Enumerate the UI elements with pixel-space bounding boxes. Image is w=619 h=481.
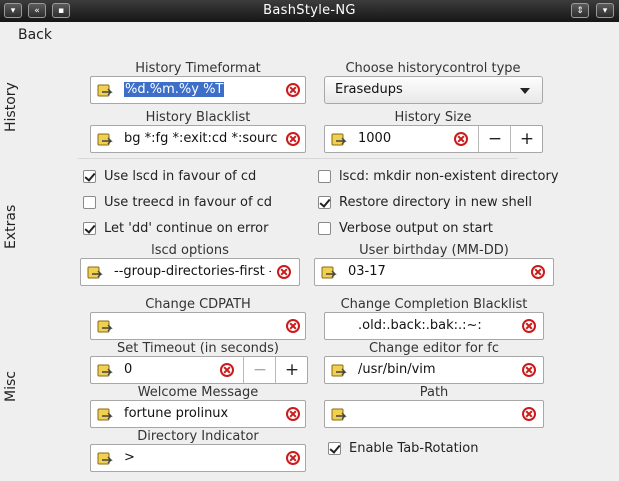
clear-text-icon[interactable] bbox=[220, 363, 234, 377]
checkbox-box[interactable] bbox=[318, 196, 331, 209]
close-icon[interactable]: ▾ bbox=[596, 3, 614, 18]
edit-paste-icon bbox=[97, 133, 113, 146]
app-window: ▾ « ▪ BashStyle-NG ⇕ ▾ Back History Extr… bbox=[0, 0, 619, 481]
clear-text-icon[interactable] bbox=[286, 83, 300, 97]
history-timeformat-field[interactable]: %d.%m.%y %T bbox=[90, 76, 306, 104]
edit-paste-icon bbox=[97, 452, 113, 465]
editor-fc-value: /usr/bin/vim bbox=[358, 362, 436, 377]
side-tab-history[interactable]: History bbox=[3, 82, 19, 132]
side-tab-misc[interactable]: Misc bbox=[3, 371, 19, 402]
birthday-value: 03-17 bbox=[348, 264, 386, 279]
history-timeformat-value: %d.%m.%y %T bbox=[124, 82, 225, 97]
window-title: BashStyle-NG bbox=[263, 3, 356, 18]
lscd-options-value: --group-directories-first - bbox=[114, 264, 271, 279]
checkbox-box[interactable] bbox=[83, 170, 96, 183]
checkbox-label: Verbose output on start bbox=[339, 221, 493, 236]
completion-blacklist-label: Change Completion Blacklist bbox=[340, 297, 528, 312]
checkbox-box[interactable] bbox=[318, 222, 331, 235]
path-label: Path bbox=[419, 385, 449, 400]
increment-button[interactable]: + bbox=[275, 357, 308, 383]
edit-paste-icon bbox=[321, 266, 337, 279]
edit-paste-icon bbox=[97, 364, 113, 377]
edit-paste-icon bbox=[331, 364, 347, 377]
historycontrol-label: Choose historycontrol type bbox=[345, 61, 521, 76]
checkbox-label: Use lscd in favour of cd bbox=[104, 169, 257, 184]
editor-fc-label: Change editor for fc bbox=[368, 341, 500, 356]
clear-text-icon[interactable] bbox=[531, 265, 545, 279]
checkbox-label: Let 'dd' continue on error bbox=[104, 221, 269, 236]
birthday-field[interactable]: 03-17 bbox=[314, 258, 554, 286]
history-blacklist-label: History Blacklist bbox=[145, 110, 251, 125]
checkbox-box[interactable] bbox=[318, 170, 331, 183]
clear-text-icon[interactable] bbox=[522, 319, 536, 333]
history-size-label: History Size bbox=[394, 110, 472, 125]
path-field[interactable] bbox=[324, 400, 544, 428]
decrement-button[interactable]: − bbox=[243, 357, 276, 383]
directory-indicator-value: > bbox=[124, 450, 135, 465]
history-blacklist-field[interactable]: bg *:fg *:exit:cd *:source bbox=[90, 125, 306, 153]
separator bbox=[78, 158, 518, 159]
cdpath-field[interactable] bbox=[90, 312, 306, 340]
welcome-message-field[interactable]: fortune prolinux bbox=[90, 400, 306, 428]
historycontrol-value: Erasedups bbox=[335, 82, 403, 97]
checkbox-label: Restore directory in new shell bbox=[339, 195, 532, 210]
lscd-options-field[interactable]: --group-directories-first - bbox=[80, 258, 300, 286]
history-size-spinner[interactable]: 1000 − + bbox=[324, 125, 543, 153]
clear-text-icon[interactable] bbox=[286, 319, 300, 333]
edit-paste-icon bbox=[331, 408, 347, 421]
decrement-button[interactable]: − bbox=[478, 126, 511, 152]
directory-indicator-label: Directory Indicator bbox=[137, 429, 259, 444]
history-size-value: 1000 bbox=[358, 131, 392, 146]
historycontrol-select[interactable]: Erasedups bbox=[324, 76, 543, 104]
clear-text-icon[interactable] bbox=[286, 407, 300, 421]
completion-blacklist-field[interactable]: .old:.back:.bak:.:~: bbox=[324, 312, 544, 340]
clear-text-icon[interactable] bbox=[277, 265, 291, 279]
edit-paste-icon bbox=[97, 84, 113, 97]
checkbox-box[interactable] bbox=[83, 222, 96, 235]
back-button[interactable]: Back bbox=[18, 27, 52, 43]
clear-text-icon[interactable] bbox=[286, 451, 300, 465]
birthday-label: User birthday (MM-DD) bbox=[359, 243, 509, 258]
edit-paste-icon bbox=[97, 408, 113, 421]
directory-indicator-field[interactable]: > bbox=[90, 444, 306, 472]
clear-text-icon[interactable] bbox=[286, 132, 300, 146]
clear-text-icon[interactable] bbox=[454, 132, 468, 146]
history-timeformat-label: History Timeformat bbox=[135, 61, 261, 76]
edit-paste-icon bbox=[87, 266, 103, 279]
timeout-value: 0 bbox=[124, 362, 133, 377]
checkbox-box[interactable] bbox=[328, 442, 341, 455]
timeout-label: Set Timeout (in seconds) bbox=[117, 341, 279, 356]
chevron-down-icon bbox=[520, 88, 530, 94]
checkbox-label: lscd: mkdir non-existent directory bbox=[339, 169, 559, 184]
welcome-message-value: fortune prolinux bbox=[124, 406, 229, 421]
edit-paste-icon bbox=[331, 133, 347, 146]
maximize-icon[interactable]: ⇕ bbox=[571, 3, 589, 18]
editor-fc-field[interactable]: /usr/bin/vim bbox=[324, 356, 544, 384]
checkbox-box[interactable] bbox=[83, 196, 96, 209]
edit-paste-icon bbox=[97, 320, 113, 333]
timeout-spinner[interactable]: 0 − + bbox=[90, 356, 308, 384]
lscd-options-label: lscd options bbox=[151, 243, 229, 258]
clear-text-icon[interactable] bbox=[522, 363, 536, 377]
completion-blacklist-value: .old:.back:.bak:.:~: bbox=[358, 318, 482, 333]
clear-text-icon[interactable] bbox=[522, 407, 536, 421]
welcome-message-label: Welcome Message bbox=[137, 385, 259, 400]
history-blacklist-value: bg *:fg *:exit:cd *:source bbox=[124, 131, 277, 146]
side-tab-extras[interactable]: Extras bbox=[3, 205, 19, 249]
cdpath-label: Change CDPATH bbox=[145, 297, 251, 312]
increment-button[interactable]: + bbox=[510, 126, 543, 152]
checkbox-label: Use treecd in favour of cd bbox=[104, 195, 273, 210]
titlebar: ▾ « ▪ BashStyle-NG ⇕ ▾ bbox=[0, 0, 619, 22]
checkbox-label: Enable Tab-Rotation bbox=[349, 441, 479, 456]
